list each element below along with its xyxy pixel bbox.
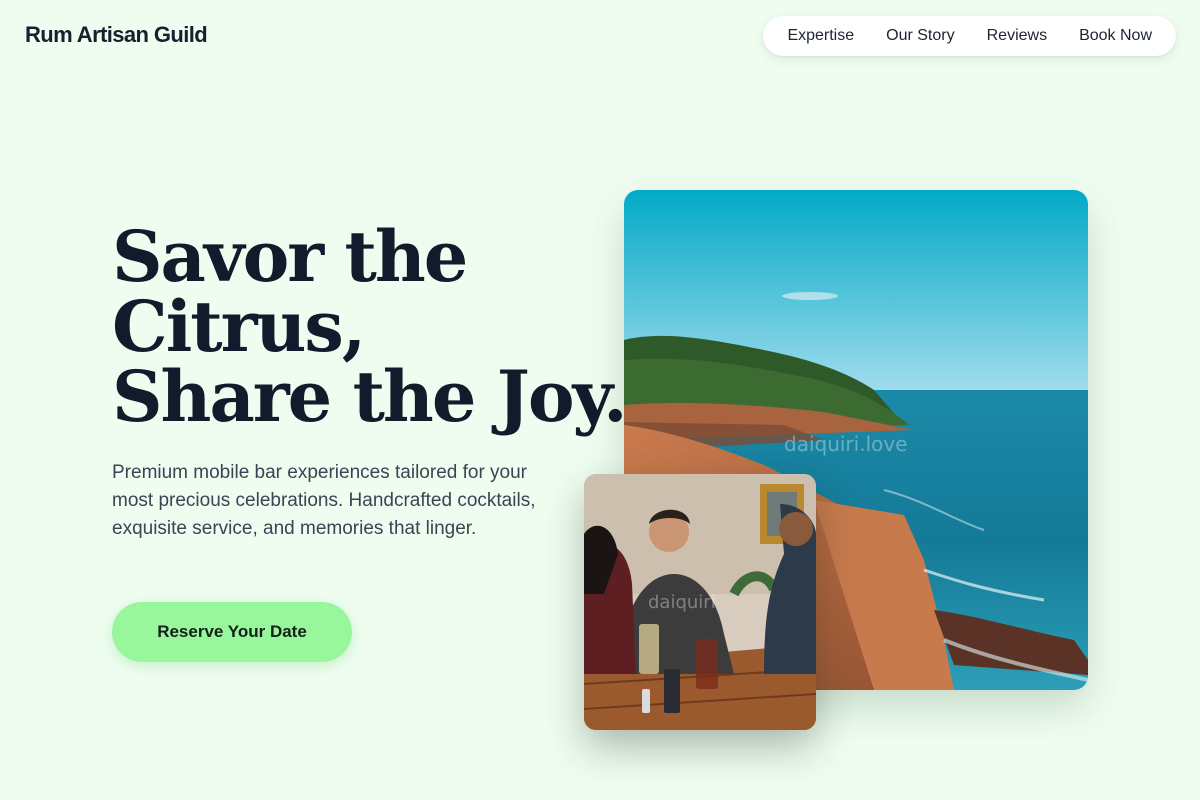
- nav-link-our-story[interactable]: Our Story: [886, 27, 954, 45]
- nav-link-book-now[interactable]: Book Now: [1079, 27, 1152, 45]
- brand-logo[interactable]: Rum Artisan Guild: [25, 22, 208, 48]
- bartender-photo: daiquiri: [584, 474, 816, 730]
- headline-line-2: Citrus,: [112, 285, 366, 368]
- main-nav: Expertise Our Story Reviews Book Now: [763, 16, 1176, 56]
- headline-line-1: Savor the: [112, 215, 468, 298]
- hero-description: Premium mobile bar experiences tailored …: [112, 462, 536, 539]
- reserve-date-button[interactable]: Reserve Your Date: [112, 602, 352, 662]
- hero-headline: Savor the Citrus, Share the Joy.: [112, 215, 628, 438]
- headline-line-3: Share the Joy.: [112, 355, 628, 438]
- nav-link-reviews[interactable]: Reviews: [987, 27, 1047, 45]
- nav-link-expertise[interactable]: Expertise: [787, 27, 854, 45]
